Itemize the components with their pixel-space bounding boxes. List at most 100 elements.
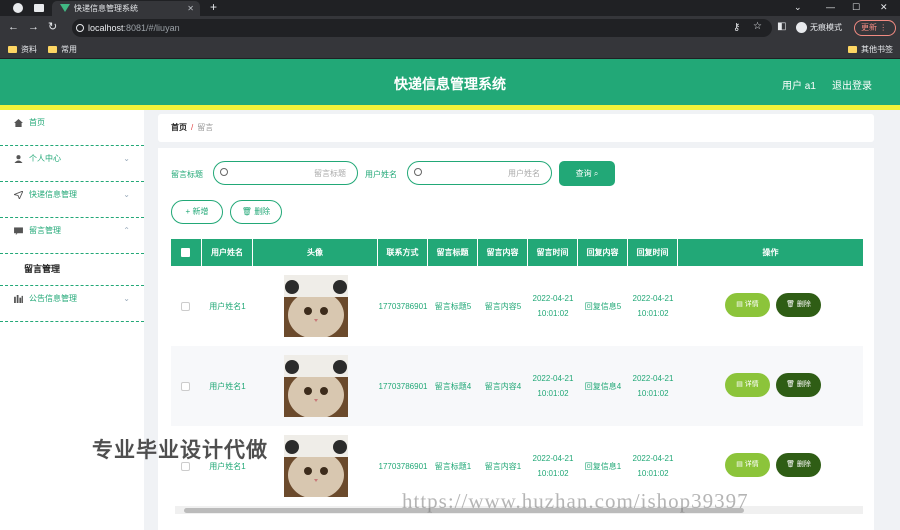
batch-delete-button[interactable]: 🗑 删除 bbox=[230, 200, 282, 224]
incognito-indicator[interactable]: 无痕模式 bbox=[796, 22, 842, 34]
user-icon bbox=[14, 155, 23, 163]
row-checkbox[interactable] bbox=[181, 382, 190, 391]
sidebar-item-home[interactable]: 首页 bbox=[0, 110, 144, 146]
maximize-button[interactable]: ☐ bbox=[852, 0, 860, 15]
update-button[interactable]: 更新 ⋮ bbox=[854, 20, 896, 36]
logout-link[interactable]: 退出登录 bbox=[832, 77, 872, 92]
delete-button[interactable]: 🗑 删除 bbox=[776, 453, 821, 477]
delete-button[interactable]: 🗑 删除 bbox=[776, 373, 821, 397]
forward-icon[interactable]: → bbox=[28, 21, 39, 34]
sidepanel-icon[interactable]: ◧ bbox=[777, 21, 786, 32]
window-close-button[interactable]: ✕ bbox=[880, 0, 888, 15]
chevron-down-icon: ⌄ bbox=[123, 190, 130, 199]
browser-menu-icon[interactable] bbox=[13, 3, 23, 13]
tab-placeholder-icon[interactable] bbox=[34, 4, 44, 12]
detail-button[interactable]: ▤ 详情 bbox=[725, 373, 770, 397]
sidebar-item-label: 公告信息管理 bbox=[29, 294, 77, 303]
query-button[interactable]: 查询 ⌕ bbox=[559, 161, 615, 186]
sidebar-item-notices[interactable]: 公告信息管理 ⌄ bbox=[0, 286, 144, 322]
chevron-down-icon: ⌄ bbox=[123, 154, 130, 163]
cell-avatar bbox=[253, 266, 378, 346]
row-checkbox[interactable] bbox=[181, 302, 190, 311]
title-search-field[interactable] bbox=[213, 161, 358, 185]
add-button[interactable]: + 新增 bbox=[171, 200, 223, 224]
bookmark-item[interactable]: 常用 bbox=[48, 43, 77, 56]
avatar-image bbox=[283, 435, 348, 497]
delete-button[interactable]: 🗑 删除 bbox=[776, 293, 821, 317]
sidebar-item-profile[interactable]: 个人中心 ⌄ bbox=[0, 146, 144, 182]
incognito-icon bbox=[796, 22, 807, 34]
delete-label: 删除 bbox=[796, 301, 811, 308]
bookmark-item[interactable]: 资料 bbox=[8, 43, 37, 56]
notice-icon bbox=[14, 294, 23, 303]
cell-avatar bbox=[253, 426, 378, 506]
send-icon bbox=[14, 190, 23, 199]
message-icon bbox=[14, 227, 23, 235]
breadcrumb: 首页 / 留言 bbox=[171, 122, 213, 133]
chevron-down-icon: ⌄ bbox=[123, 294, 130, 303]
detail-button[interactable]: ▤ 详情 bbox=[725, 453, 770, 477]
cell-reply-time: 2022-04-21 10:01:02 bbox=[632, 294, 674, 318]
other-bookmarks[interactable]: 其他书签 bbox=[848, 43, 893, 56]
table-header: 用户姓名 头像 联系方式 留言标题 留言内容 留言时间 回复内容 回复时间 操作 bbox=[171, 239, 863, 266]
title-search-input[interactable] bbox=[236, 166, 346, 180]
cell-user: 用户姓名1 bbox=[209, 381, 246, 391]
breadcrumb-home[interactable]: 首页 bbox=[171, 123, 187, 132]
document-icon: ▤ bbox=[736, 461, 743, 468]
breadcrumb-current: 留言 bbox=[197, 123, 214, 132]
update-label: 更新 bbox=[861, 23, 877, 32]
chevron-up-icon: ⌃ bbox=[123, 226, 130, 235]
column-header: 操作 bbox=[762, 248, 779, 257]
cell-avatar bbox=[253, 346, 378, 426]
cell-reply-time: 2022-04-21 10:01:02 bbox=[632, 374, 674, 398]
folder-icon bbox=[48, 46, 57, 54]
column-header: 用户姓名 bbox=[202, 239, 253, 266]
avatar-image bbox=[283, 355, 348, 417]
avatar-image bbox=[283, 275, 348, 337]
detail-label: 详情 bbox=[744, 301, 759, 308]
trash-icon: 🗑 bbox=[786, 381, 795, 388]
user-search-field[interactable] bbox=[407, 161, 552, 185]
submenu-item-message-management[interactable]: 留言管理 bbox=[0, 254, 144, 286]
column-header: 留言时间 bbox=[528, 239, 578, 266]
detail-label: 详情 bbox=[744, 381, 759, 388]
reload-icon[interactable]: ↻ bbox=[48, 21, 57, 34]
sidebar-item-messages[interactable]: 留言管理 ⌃ bbox=[0, 218, 144, 254]
other-bookmarks-label: 其他书签 bbox=[861, 45, 893, 54]
cell-time: 2022-04-21 10:01:02 bbox=[532, 374, 574, 398]
cell-title: 留言标题5 bbox=[434, 301, 472, 311]
tab-title: 快递信息管理系统 bbox=[74, 4, 138, 13]
sidebar: 首页 个人中心 ⌄ 快递信息管理 ⌄ 留言管理 ⌃ 留言管理 公告信息管理 ⌄ bbox=[0, 110, 144, 530]
browser-tab[interactable]: 快递信息管理系统 ✕ bbox=[52, 1, 200, 16]
new-tab-button[interactable]: + bbox=[210, 0, 217, 15]
search-icon bbox=[414, 168, 422, 176]
column-header: 回复内容 bbox=[578, 239, 628, 266]
cell-reply: 回复信息4 bbox=[584, 381, 622, 391]
bookmark-label: 常用 bbox=[61, 45, 77, 54]
query-label: 查询 bbox=[575, 169, 592, 178]
home-icon bbox=[14, 118, 23, 127]
watermark-url: https://www.huzhan.com/ishop39397 bbox=[402, 489, 749, 513]
info-icon[interactable] bbox=[76, 24, 84, 32]
key-icon[interactable]: ⚷ bbox=[733, 22, 740, 33]
document-icon: ▤ bbox=[736, 381, 743, 388]
bookmark-label: 资料 bbox=[21, 45, 37, 54]
tab-search-icon[interactable]: ⌄ bbox=[794, 0, 802, 15]
search-icon bbox=[220, 168, 228, 176]
select-all-checkbox[interactable] bbox=[181, 248, 190, 257]
cell-reply: 回复信息5 bbox=[584, 301, 622, 311]
bookmark-star-icon[interactable]: ☆ bbox=[753, 21, 762, 32]
minimize-button[interactable]: — bbox=[826, 0, 835, 15]
detail-button[interactable]: ▤ 详情 bbox=[725, 293, 770, 317]
trash-icon: 🗑 bbox=[241, 207, 252, 216]
user-search-input[interactable] bbox=[430, 166, 540, 180]
cell-content: 留言内容5 bbox=[484, 301, 522, 311]
title-search-label: 留言标题 bbox=[171, 170, 203, 179]
document-icon: ▤ bbox=[736, 301, 743, 308]
sidebar-item-express[interactable]: 快递信息管理 ⌄ bbox=[0, 182, 144, 218]
tab-close-icon[interactable]: ✕ bbox=[187, 1, 194, 16]
user-search-label: 用户姓名 bbox=[365, 170, 397, 179]
url-input[interactable]: localhost:8081/#/liuyan bbox=[72, 19, 772, 37]
select-all-column bbox=[171, 239, 202, 266]
back-icon[interactable]: ← bbox=[8, 21, 19, 34]
